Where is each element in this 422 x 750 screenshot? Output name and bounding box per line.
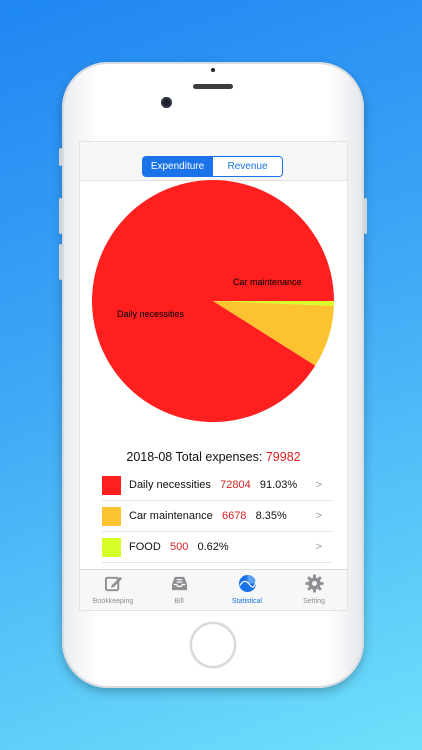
total-expenses-value: 79982 (265, 450, 301, 464)
category-percent: 8.35% (255, 510, 287, 522)
tab-label: Bill (174, 598, 184, 605)
category-text: Daily necessities 72804 91.03% (129, 479, 297, 491)
segment-revenue[interactable]: Revenue (212, 157, 282, 176)
category-amount: 6678 (221, 510, 247, 522)
expense-pie-chart: Daily necessities Car maintenance (91, 180, 334, 422)
chevron-right-icon: > (315, 479, 322, 491)
tab-bar: Bookkeeping Bill Statistical Setting (80, 569, 347, 610)
category-text: Car maintenance 6678 8.35% (129, 510, 287, 522)
tab-label: Statistical (232, 598, 262, 605)
category-name: Car maintenance (129, 510, 213, 522)
total-expenses-line: 2018-08 Total expenses: 79982 (80, 450, 347, 464)
category-color-swatch (102, 538, 121, 557)
pie-label-daily-necessities: Daily necessities (117, 309, 185, 319)
earpiece-speaker (193, 84, 233, 89)
phone-frame: Expenditure Revenue Daily necessities Car… (59, 62, 367, 688)
category-row-food[interactable]: FOOD 500 0.62% > (102, 532, 332, 563)
total-expenses-label: Total expenses: (175, 450, 263, 464)
home-button[interactable] (190, 622, 236, 668)
tab-bill[interactable]: Bill (146, 570, 212, 610)
category-amount: 500 (169, 541, 189, 553)
category-percent: 91.03% (259, 479, 298, 491)
pie-label-car-maintenance: Car maintenance (233, 277, 302, 287)
front-camera (161, 97, 172, 108)
gear-icon (305, 574, 324, 593)
proximity-sensor (211, 68, 215, 72)
chevron-right-icon: > (315, 541, 322, 553)
category-row-car-maintenance[interactable]: Car maintenance 6678 8.35% > (102, 501, 332, 532)
navigation-bar: Expenditure Revenue (80, 142, 347, 181)
period-label: 2018-08 (126, 450, 173, 464)
tab-bookkeeping[interactable]: Bookkeeping (80, 570, 146, 610)
pie-chart-icon (238, 574, 257, 593)
power-button (364, 198, 367, 234)
category-name: FOOD (129, 541, 161, 553)
tab-label: Bookkeeping (92, 598, 134, 605)
inbox-icon (171, 576, 188, 591)
volume-down-button (59, 244, 62, 280)
pencil-icon (104, 576, 123, 592)
category-text: FOOD 500 0.62% (129, 541, 229, 553)
category-name: Daily necessities (129, 479, 211, 491)
mute-switch (59, 148, 62, 166)
segmented-control: Expenditure Revenue (142, 156, 283, 177)
category-amount: 72804 (220, 479, 251, 491)
volume-up-button (59, 198, 62, 234)
tab-label: Setting (303, 598, 325, 605)
segment-expenditure[interactable]: Expenditure (143, 157, 212, 176)
app-screen: Expenditure Revenue Daily necessities Car… (80, 142, 347, 610)
tab-statistical[interactable]: Statistical (214, 570, 280, 610)
category-color-swatch (102, 476, 121, 495)
category-color-swatch (102, 507, 121, 526)
chevron-right-icon: > (315, 510, 322, 522)
category-row-daily-necessities[interactable]: Daily necessities 72804 91.03% > (102, 470, 332, 501)
tab-setting[interactable]: Setting (281, 570, 347, 610)
category-percent: 0.62% (197, 541, 229, 553)
